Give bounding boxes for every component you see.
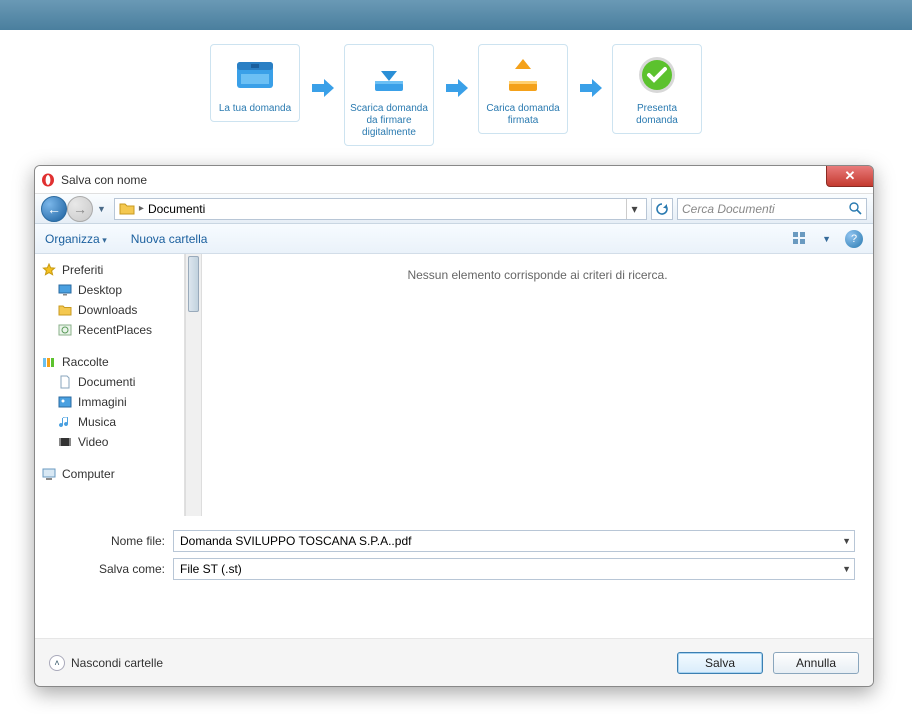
music-icon [57,415,73,429]
breadcrumb-bar[interactable]: ▸ Documenti ▾ [114,198,647,220]
breadcrumb-dropdown[interactable]: ▾ [626,199,642,219]
star-icon [41,263,57,277]
chevron-down-icon[interactable]: ▼ [842,564,851,574]
search-placeholder: Cerca Documenti [682,202,775,216]
file-list: Nessun elemento corrisponde ai criteri d… [202,254,873,516]
help-button[interactable]: ? [845,230,863,248]
step-upload-signed[interactable]: Carica domanda firmata [478,44,568,134]
arrow-right-icon [576,74,604,102]
step-submit[interactable]: Presenta domanda [612,44,702,134]
download-icon [349,51,429,99]
step-label: Scarica domanda da firmare digitalmente [349,103,429,139]
dialog-title: Salva con nome [61,173,147,187]
tree-libraries[interactable]: Raccolte [37,352,182,372]
document-icon [57,375,73,389]
image-icon [57,395,73,409]
view-options-button[interactable] [792,231,808,247]
tree-item-recent[interactable]: RecentPlaces [37,320,182,340]
dialog-footer: ˄ Nascondi cartelle Salva Annulla [35,638,873,686]
tree-item-downloads[interactable]: Downloads [37,300,182,320]
tree-item-images[interactable]: Immagini [37,392,182,412]
tree-item-desktop[interactable]: Desktop [37,280,182,300]
recent-icon [57,323,73,337]
checkmark-circle-icon [617,51,697,99]
video-icon [57,435,73,449]
save-button[interactable]: Salva [677,652,763,674]
page-topbar [0,0,912,30]
new-folder-button[interactable]: Nuova cartella [131,232,208,246]
arrow-right-icon: → [73,201,87,217]
organize-menu[interactable]: Organizza [45,232,107,246]
tree-item-music[interactable]: Musica [37,412,182,432]
folder-icon [119,202,135,215]
help-icon: ? [851,233,857,245]
archive-box-icon [215,51,295,99]
computer-icon [41,467,57,481]
step-download-sign[interactable]: Scarica domanda da firmare digitalmente [344,44,434,146]
step-label: La tua domanda [215,103,295,115]
filename-input[interactable]: Domanda SVILUPPO TOSCANA S.P.A..pdf ▼ [173,530,855,552]
upload-icon [483,51,563,99]
arrow-right-icon [308,74,336,102]
back-button[interactable]: ← [41,196,67,222]
empty-message: Nessun elemento corrisponde ai criteri d… [407,268,667,282]
close-button[interactable]: ✕ [826,165,874,187]
arrow-right-icon [442,74,470,102]
nav-tree: Preferiti Desktop Downloads RecentPlaces… [35,254,185,516]
libraries-icon [41,355,57,369]
save-as-dialog: Salva con nome ✕ ← → ▼ ▸ Documenti ▾ Cer… [34,165,874,687]
arrow-left-icon: ← [47,201,61,217]
forward-button[interactable]: → [67,196,93,222]
search-icon [849,202,862,215]
folder-icon [57,303,73,317]
chevron-up-icon: ˄ [49,655,65,671]
filetype-select[interactable]: File ST (.st) ▼ [173,558,855,580]
step-label: Carica domanda firmata [483,103,563,127]
chevron-down-icon[interactable]: ▼ [842,536,851,546]
toolbar: Organizza Nuova cartella ▼ ? [35,224,873,254]
close-icon: ✕ [845,168,856,184]
chevron-down-icon[interactable]: ▼ [822,234,831,244]
cancel-button[interactable]: Annulla [773,652,859,674]
tree-item-video[interactable]: Video [37,432,182,452]
nav-row: ← → ▼ ▸ Documenti ▾ Cerca Documenti [35,194,873,224]
search-input[interactable]: Cerca Documenti [677,198,867,220]
filename-label: Nome file: [53,534,173,548]
breadcrumb-item[interactable]: Documenti [148,202,205,216]
file-fields: Nome file: Domanda SVILUPPO TOSCANA S.P.… [35,516,873,596]
filetype-label: Salva come: [53,562,173,576]
chevron-right-icon: ▸ [139,203,144,214]
step-label: Presenta domanda [617,103,697,127]
step-your-application[interactable]: La tua domanda [210,44,300,122]
desktop-icon [57,283,73,297]
history-dropdown[interactable]: ▼ [97,204,106,214]
wizard-steps: La tua domanda Scarica domanda da firmar… [0,30,912,164]
tree-scrollbar[interactable] [185,254,202,516]
scrollbar-thumb[interactable] [188,256,199,312]
hide-folders-toggle[interactable]: ˄ Nascondi cartelle [49,655,163,671]
refresh-button[interactable] [651,198,673,220]
dialog-titlebar[interactable]: Salva con nome ✕ [35,166,873,194]
tree-computer[interactable]: Computer [37,464,182,484]
opera-icon [41,173,55,187]
tree-item-documents[interactable]: Documenti [37,372,182,392]
refresh-icon [655,202,669,216]
tree-favorites[interactable]: Preferiti [37,260,182,280]
